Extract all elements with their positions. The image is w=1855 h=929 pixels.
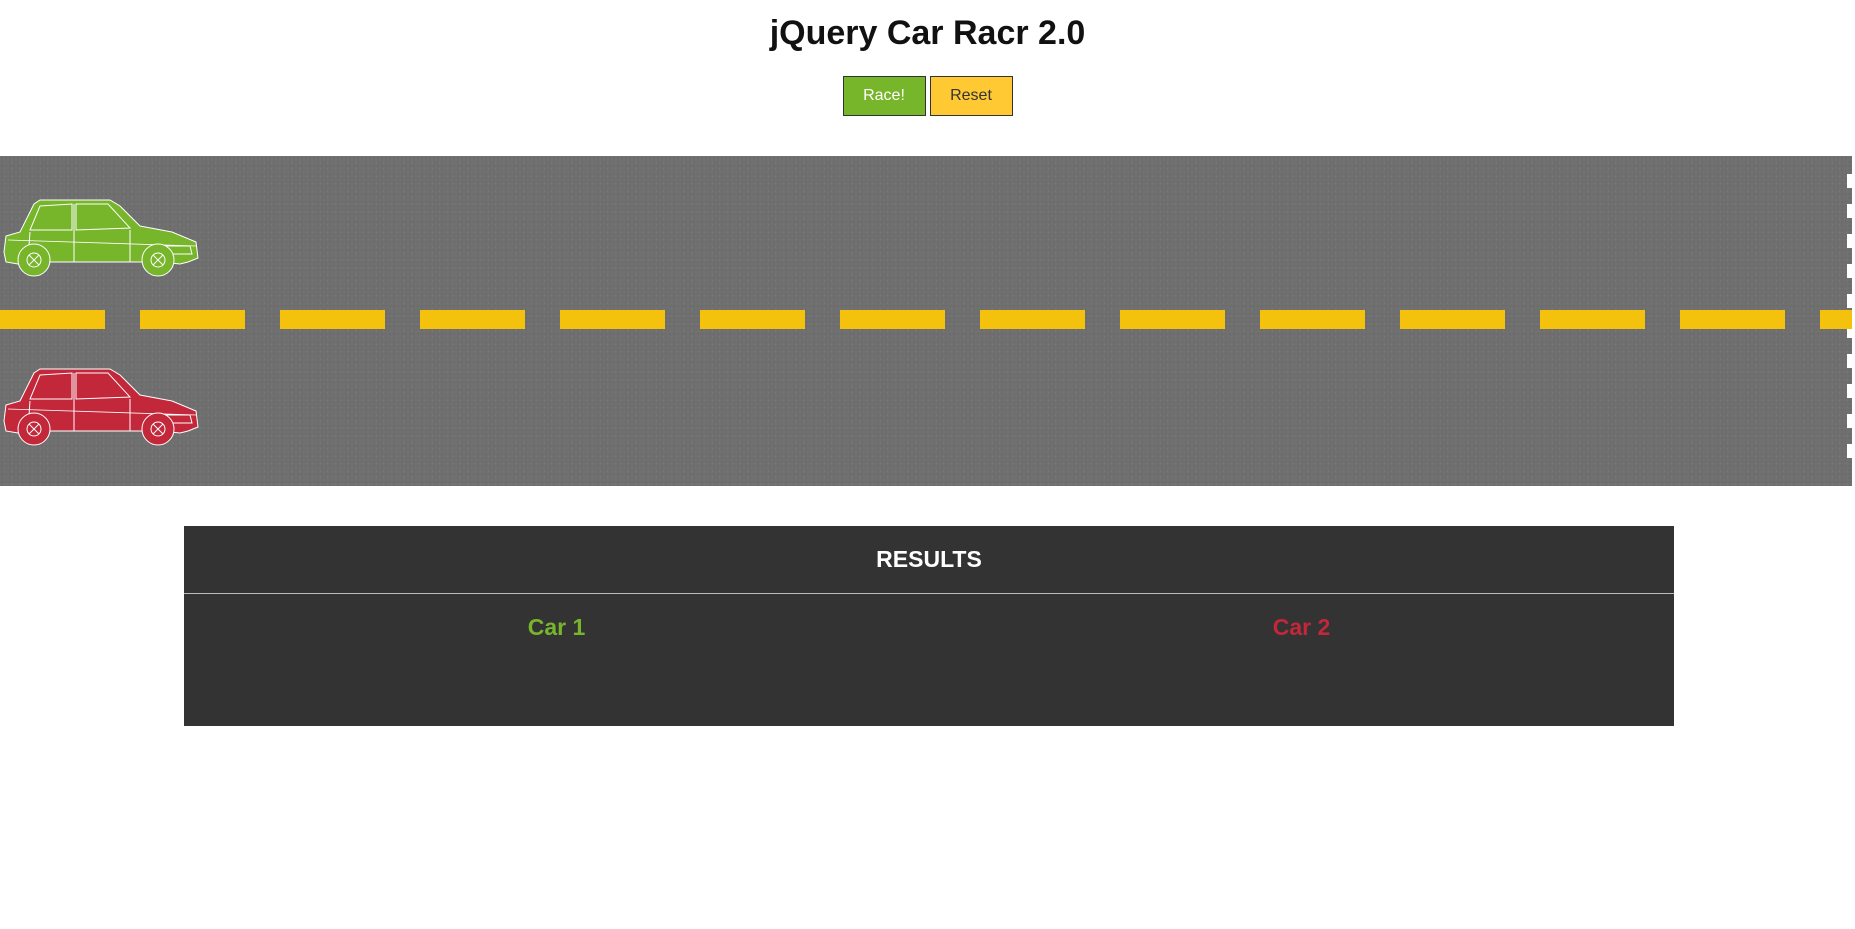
- page-title: jQuery Car Racr 2.0: [769, 14, 1086, 52]
- race-track: [0, 156, 1852, 486]
- race-button[interactable]: Race!: [842, 76, 926, 116]
- results-panel: RESULTS Car 1 Car 2: [184, 526, 1674, 726]
- car-2-icon: [3, 368, 199, 446]
- car-2-result-label: Car 2: [1272, 614, 1331, 640]
- race-controls: Race! Reset: [0, 76, 1855, 116]
- results-heading: RESULTS: [184, 526, 1674, 594]
- results-columns: Car 1 Car 2: [184, 594, 1674, 641]
- car-1-icon: [3, 199, 199, 277]
- reset-button[interactable]: Reset: [929, 76, 1013, 116]
- lane-divider: [0, 310, 1852, 329]
- car-1-result-label: Car 1: [527, 614, 586, 640]
